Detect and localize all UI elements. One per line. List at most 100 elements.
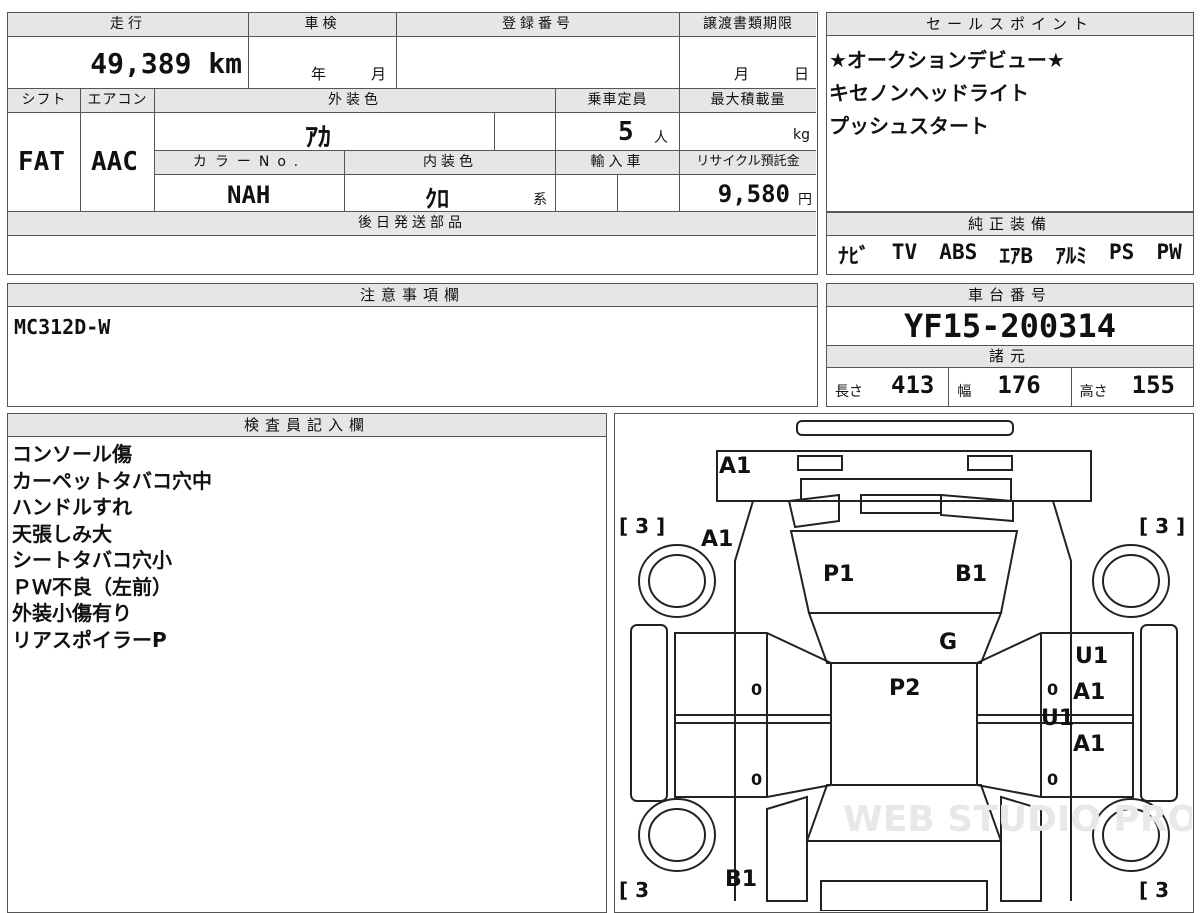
- wiper-left-shape: [787, 493, 840, 529]
- genuine-equipment-header: 純正装備: [827, 213, 1193, 236]
- equipment-list: ﾅﾋﾞ TV ABS ｴｱB ｱﾙﾐ PS PW: [827, 236, 1193, 270]
- rear-quarter-left-shape: [766, 795, 808, 902]
- mileage-value: 49,389 km: [90, 47, 242, 80]
- import-cell-2: [618, 175, 680, 212]
- width-cell: 幅 176: [949, 368, 1072, 406]
- sales-points-panel: セールスポイント ★オークションデビュー★ キセノンヘッドライト プッシュスター…: [826, 12, 1194, 212]
- inspector-line: 天張しみ大: [12, 521, 112, 546]
- damage-mark-left-fender: A1: [701, 527, 733, 552]
- damage-diagram-panel: [ 3 ] [ 3 ] [ 3 [ 3 A1 A1 P1 B1 G P2 U1 …: [614, 413, 1194, 913]
- int-color-value: ｸﾛ: [425, 185, 449, 213]
- int-color-header: 内装色: [345, 151, 556, 175]
- capacity-header: 乗車定員: [556, 89, 680, 113]
- ext-color-cell: ｱｶ: [155, 113, 495, 153]
- sales-points-header: セールスポイント: [827, 13, 1193, 36]
- equipment-item: ｱﾙﾐ: [1055, 244, 1087, 268]
- sales-point-item: プッシュスタート: [829, 114, 989, 138]
- door-zero-right-front: 0: [1047, 680, 1058, 699]
- notes-header: 注意事項欄: [8, 284, 817, 307]
- wiper-right-shape: [940, 493, 1014, 523]
- door-zero-right-rear: 0: [1047, 770, 1058, 789]
- sales-points-list: ★オークションデビュー★ キセノンヘッドライト プッシュスタート: [827, 36, 1193, 143]
- left-sill-shape: [630, 624, 668, 802]
- equipment-item: ﾅﾋﾞ: [838, 244, 870, 268]
- deadline-header: 譲渡書類期限: [680, 13, 816, 37]
- height-cell: 高さ 155: [1072, 368, 1193, 406]
- sales-point-item: キセノンヘッドライト: [829, 81, 1029, 105]
- inspector-line: コンソール傷: [12, 442, 132, 466]
- inspector-line: ＰＷ不良（左前）: [12, 574, 172, 599]
- mirror-bar-shape: [860, 494, 942, 514]
- tailgate-shape: [820, 880, 988, 911]
- max-load-unit: kg: [793, 127, 810, 143]
- damage-mark-right-front-door-1: U1: [1075, 644, 1108, 669]
- ac-value: AAC: [91, 147, 138, 177]
- shift-cell: FAT: [8, 113, 81, 212]
- inspector-line: リアスポイラーP: [12, 627, 167, 652]
- import-header: 輸入車: [556, 151, 680, 175]
- width-value: 176: [997, 371, 1041, 399]
- shift-header: シフト: [8, 89, 81, 113]
- later-parts-header: 後日発送部品: [8, 212, 816, 236]
- deadline-day-unit: 日: [794, 65, 810, 83]
- front-bumper-shape: [796, 420, 1014, 436]
- tire-label-rear-right: [ 3: [1139, 878, 1169, 902]
- notes-panel: 注意事項欄 MC312D-W: [7, 283, 818, 407]
- dash-shape: [807, 612, 1003, 664]
- equipment-item: TV: [891, 240, 918, 264]
- hood-outline: [716, 450, 1092, 502]
- headlight-right-shape: [967, 455, 1013, 471]
- tire-label-rear-left: [ 3: [619, 878, 649, 902]
- length-cell: 長さ 413: [827, 368, 950, 406]
- inspector-line: 外装小傷有り: [12, 601, 132, 625]
- ext-color-header: 外装色: [155, 89, 556, 113]
- inspector-line: シートタバコ穴小: [12, 548, 172, 572]
- tire-label-front-left: [ 3 ]: [619, 514, 665, 538]
- tire-label-front-right: [ 3 ]: [1139, 514, 1185, 538]
- max-load-header: 最大積載量: [680, 89, 816, 113]
- recycle-value: 9,580: [717, 180, 790, 208]
- inspector-lines: コンソール傷 カーペットタバコ穴中 ハンドルすれ 天張しみ大 シートタバコ穴小 …: [8, 437, 606, 653]
- int-color-unit: 系: [533, 192, 547, 208]
- max-load-cell: kg: [680, 113, 816, 151]
- door-zero-left-rear: 0: [751, 770, 762, 789]
- chassis-panel: 車台番号 YF15-200314 諸元 長さ 413 幅 176 高さ 155: [826, 283, 1194, 407]
- headlight-left-shape: [797, 455, 843, 471]
- capacity-value: 5: [618, 117, 634, 147]
- genuine-equipment-panel: 純正装備 ﾅﾋﾞ TV ABS ｴｱB ｱﾙﾐ PS PW: [826, 212, 1194, 275]
- specs-row: 長さ 413 幅 176 高さ 155: [827, 368, 1193, 406]
- damage-mark-right-front-door-2: A1: [1073, 680, 1105, 705]
- capacity-unit: 人: [654, 130, 668, 146]
- height-label: 高さ: [1079, 384, 1108, 400]
- registration-header: 登録番号: [397, 13, 680, 37]
- damage-mark-front-bumper: A1: [719, 454, 751, 479]
- capacity-cell: 5 人: [556, 113, 680, 151]
- chassis-number: YF15-200314: [827, 307, 1193, 346]
- mileage-header: 走行: [8, 13, 249, 37]
- length-label: 長さ: [835, 384, 863, 400]
- ac-cell: AAC: [81, 113, 155, 212]
- ac-header: エアコン: [81, 89, 155, 113]
- equipment-item: PS: [1109, 240, 1135, 264]
- damage-mark-rear-left: B1: [725, 867, 757, 892]
- inspector-panel: 検査員記入欄 コンソール傷 カーペットタバコ穴中 ハンドルすれ 天張しみ大 シー…: [7, 413, 607, 913]
- recycle-cell: 9,580 円: [680, 175, 816, 212]
- ext-color-value: ｱｶ: [305, 123, 332, 153]
- inspection-cell: 年 月: [249, 37, 397, 89]
- equipment-item: PW: [1156, 240, 1182, 264]
- shift-value: FAT: [18, 147, 65, 177]
- height-value: 155: [1131, 371, 1176, 399]
- inspector-line: ハンドルすれ: [12, 495, 132, 519]
- equipment-item: ｴｱB: [999, 244, 1034, 268]
- import-cell-1: [556, 175, 618, 212]
- color-no-value: NAH: [227, 181, 271, 209]
- right-sill-shape: [1140, 624, 1178, 802]
- chassis-header: 車台番号: [827, 284, 1193, 307]
- inspection-month-unit: 月: [371, 65, 387, 83]
- color-no-cell: NAH: [155, 175, 345, 212]
- inspector-header: 検査員記入欄: [8, 414, 606, 437]
- damage-mark-right-rear-door-1: U1: [1041, 706, 1074, 731]
- damage-mark-windshield: G: [939, 630, 957, 655]
- inspection-header: 車検: [249, 13, 397, 37]
- sales-point-item: ★オークションデビュー★: [829, 48, 1065, 72]
